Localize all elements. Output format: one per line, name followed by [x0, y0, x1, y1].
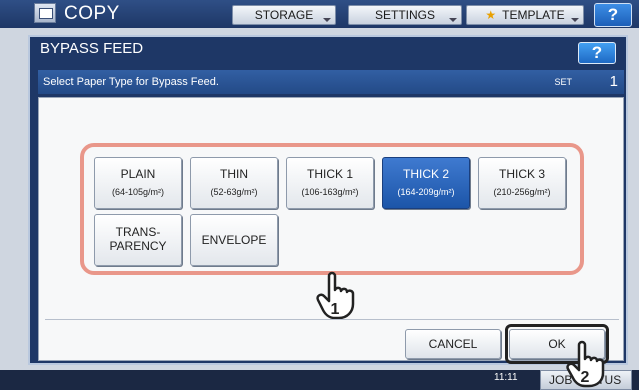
paper-type-name: THICK 1 [306, 167, 353, 181]
paper-type-thick3-button[interactable]: THICK 3 (210-256g/m²) [478, 157, 566, 209]
storage-label: STORAGE [254, 8, 314, 22]
paper-type-envelope-button[interactable]: ENVELOPE [190, 214, 278, 266]
app-title: COPY [64, 3, 120, 24]
paper-type-weight: (106-163g/m²) [301, 187, 359, 197]
storage-button[interactable]: STORAGE [232, 5, 336, 25]
dialog-content: PLAIN (64-105g/m²) THIN (52-63g/m²) THIC… [38, 97, 624, 364]
settings-button[interactable]: SETTINGS [348, 5, 462, 25]
dialog-title: BYPASS FEED [40, 40, 144, 57]
set-value: 1 [609, 73, 618, 90]
paper-type-weight: (164-209g/m²) [397, 187, 455, 197]
paper-type-name: THIN [220, 167, 248, 181]
paper-type-weight: (52-63g/m²) [210, 187, 258, 197]
paper-type-transparency-button[interactable]: TRANS- PARENCY [94, 214, 182, 266]
help-button[interactable]: ? [578, 42, 616, 64]
settings-label: SETTINGS [374, 8, 435, 22]
template-button[interactable]: ★ TEMPLATE [466, 5, 584, 25]
paper-type-name: THICK 3 [498, 167, 545, 181]
paper-type-weight: (210-256g/m²) [493, 187, 551, 197]
instruction-text: Select Paper Type for Bypass Feed. [43, 76, 219, 88]
star-icon: ★ [485, 8, 497, 22]
step-marker: 1 [331, 301, 340, 318]
paper-type-thick1-button[interactable]: THICK 1 (106-163g/m²) [286, 157, 374, 209]
paper-type-name: TRANS- PARENCY [109, 225, 167, 253]
divider [45, 319, 619, 320]
paper-type-plain-button[interactable]: PLAIN (64-105g/m²) [94, 157, 182, 209]
screen: COPY STORAGE SETTINGS ★ TEMPLATE ? 11:11 … [0, 0, 639, 390]
step-marker: 2 [581, 369, 590, 386]
chevron-down-icon [571, 18, 579, 22]
clock: 11:11 [494, 372, 518, 383]
bypass-feed-dialog: BYPASS FEED ? Select Paper Type for Bypa… [28, 35, 628, 365]
tap-hand-icon: 1 [316, 271, 355, 320]
app-help-button[interactable]: ? [594, 3, 632, 27]
cancel-button[interactable]: CANCEL [405, 329, 501, 359]
instruction-bar: Select Paper Type for Bypass Feed. SET 1 [38, 70, 624, 94]
template-label: TEMPLATE [502, 8, 565, 22]
paper-type-name: ENVELOPE [201, 233, 267, 247]
paper-type-weight: (64-105g/m²) [111, 187, 165, 197]
chevron-down-icon [449, 18, 457, 22]
paper-type-thin-button[interactable]: THIN (52-63g/m²) [190, 157, 278, 209]
copy-app-icon [34, 3, 56, 23]
tap-hand-icon: 2 [566, 340, 605, 388]
chevron-down-icon [323, 18, 331, 22]
app-header: COPY STORAGE SETTINGS ★ TEMPLATE ? [0, 0, 639, 28]
set-label: SET [554, 77, 572, 87]
paper-type-name: THICK 2 [402, 167, 449, 181]
paper-type-thick2-button[interactable]: THICK 2 (164-209g/m²) [382, 157, 470, 209]
paper-type-name: PLAIN [120, 167, 156, 181]
